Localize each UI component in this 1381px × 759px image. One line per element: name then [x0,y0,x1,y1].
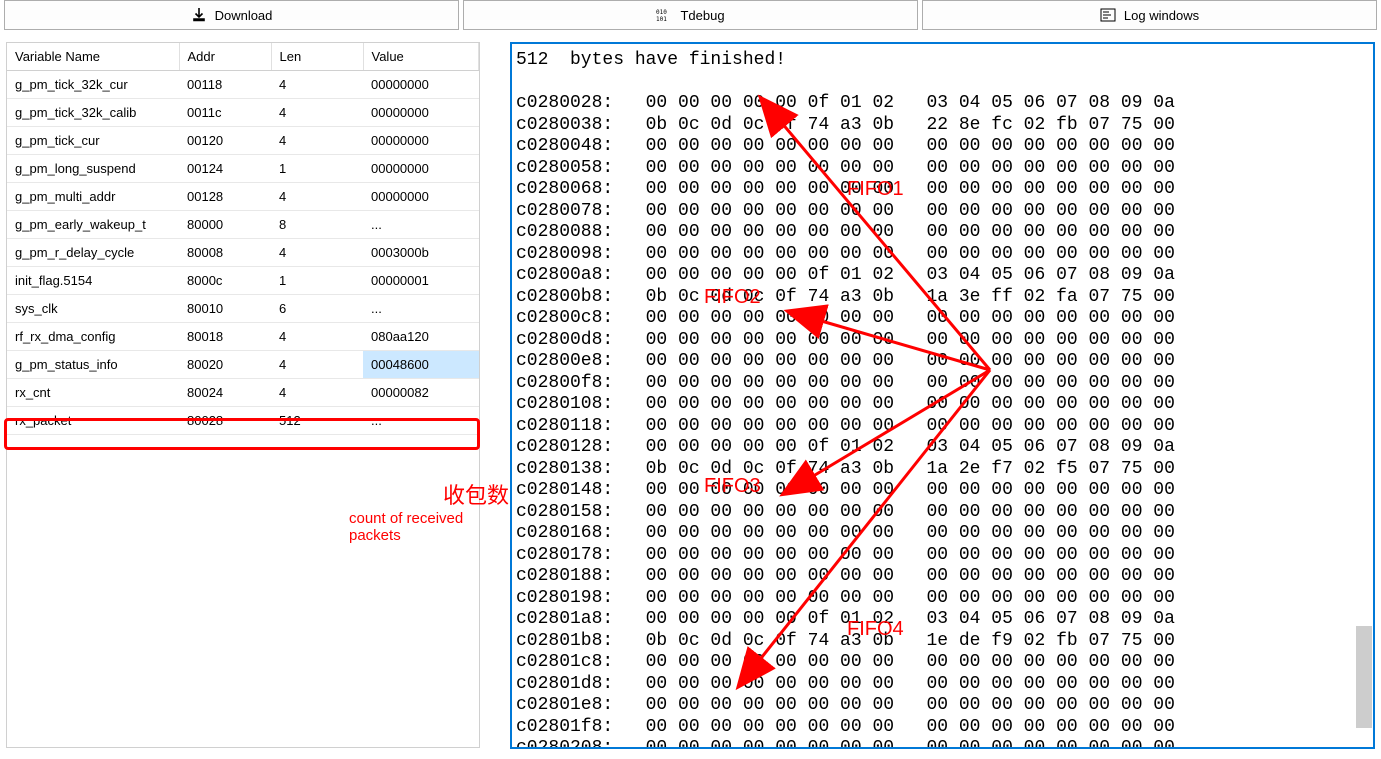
cell-addr[interactable]: 00120 [179,127,271,155]
cell-val[interactable]: 00000000 [363,99,479,127]
cell-val[interactable]: 00000001 [363,267,479,295]
variable-table-panel: Variable Name Addr Len Value g_pm_tick_3… [6,42,480,748]
cell-val[interactable]: ... [363,295,479,323]
cell-val[interactable]: ... [363,211,479,239]
cell-val[interactable]: 00000000 [363,127,479,155]
cell-len[interactable]: 4 [271,71,363,99]
cell-addr[interactable]: 80008 [179,239,271,267]
memory-dump-scroll[interactable]: 512 bytes have finished! c0280028: 00 00… [512,44,1373,747]
cell-val[interactable]: ... [363,407,479,435]
download-label: Download [215,8,273,23]
cell-val[interactable]: 0003000b [363,239,479,267]
cell-addr[interactable]: 0011c [179,99,271,127]
cell-len[interactable]: 512 [271,407,363,435]
log-windows-button[interactable]: Log windows [922,0,1377,30]
table-row[interactable]: g_pm_r_delay_cycle8000840003000b [7,239,479,267]
cell-len[interactable]: 6 [271,295,363,323]
table-row[interactable]: g_pm_tick_cur00120400000000 [7,127,479,155]
svg-text:101: 101 [656,16,667,23]
table-row[interactable]: g_pm_multi_addr00128400000000 [7,183,479,211]
cell-name[interactable]: g_pm_early_wakeup_t [7,211,179,239]
cell-len[interactable]: 4 [271,239,363,267]
col-header-addr[interactable]: Addr [179,43,271,71]
cell-addr[interactable]: 00124 [179,155,271,183]
cell-addr[interactable]: 80010 [179,295,271,323]
tdebug-label: Tdebug [680,8,724,23]
cell-len[interactable]: 4 [271,127,363,155]
table-row[interactable]: sys_clk800106... [7,295,479,323]
memory-dump-text[interactable]: 512 bytes have finished! c0280028: 00 00… [512,44,1373,747]
cell-val[interactable]: 00000000 [363,183,479,211]
variable-table[interactable]: Variable Name Addr Len Value g_pm_tick_3… [7,43,479,435]
cell-name[interactable]: rf_rx_dma_config [7,323,179,351]
cell-addr[interactable]: 00118 [179,71,271,99]
cell-name[interactable]: sys_clk [7,295,179,323]
top-button-bar: Download 010101 Tdebug Log windows [4,0,1377,30]
cell-name[interactable]: g_pm_long_suspend [7,155,179,183]
cell-len[interactable]: 1 [271,155,363,183]
debug-icon: 010101 [656,7,672,23]
cell-addr[interactable]: 80020 [179,351,271,379]
tdebug-button[interactable]: 010101 Tdebug [463,0,918,30]
cell-addr[interactable]: 80000 [179,211,271,239]
download-button[interactable]: Download [4,0,459,30]
svg-text:010: 010 [656,9,667,16]
cell-name[interactable]: init_flag.5154 [7,267,179,295]
cell-addr[interactable]: 80024 [179,379,271,407]
col-header-name[interactable]: Variable Name [7,43,179,71]
cell-name[interactable]: g_pm_tick_32k_cur [7,71,179,99]
cell-val[interactable]: 00000000 [363,71,479,99]
cell-len[interactable]: 4 [271,183,363,211]
cell-len[interactable]: 4 [271,323,363,351]
memory-dump-panel: 512 bytes have finished! c0280028: 00 00… [510,42,1375,749]
cell-val[interactable]: 00000000 [363,155,479,183]
cell-val[interactable]: 00048600 [363,351,479,379]
log-windows-label: Log windows [1124,8,1199,23]
cell-len[interactable]: 4 [271,99,363,127]
table-row[interactable]: rx_packet80028512... [7,407,479,435]
cell-len[interactable]: 1 [271,267,363,295]
cell-addr[interactable]: 80018 [179,323,271,351]
cell-name[interactable]: g_pm_multi_addr [7,183,179,211]
download-icon [191,7,207,23]
cell-addr[interactable]: 00128 [179,183,271,211]
cell-name[interactable]: g_pm_status_info [7,351,179,379]
table-row[interactable]: rf_rx_dma_config800184080aa120 [7,323,479,351]
table-header-row: Variable Name Addr Len Value [7,43,479,71]
cell-addr[interactable]: 8000c [179,267,271,295]
cell-len[interactable]: 4 [271,379,363,407]
cell-name[interactable]: rx_packet [7,407,179,435]
cell-name[interactable]: g_pm_tick_32k_calib [7,99,179,127]
cell-name[interactable]: rx_cnt [7,379,179,407]
cell-val[interactable]: 00000082 [363,379,479,407]
col-header-value[interactable]: Value [363,43,479,71]
log-window-icon [1100,7,1116,23]
cell-len[interactable]: 4 [271,351,363,379]
cell-name[interactable]: g_pm_tick_cur [7,127,179,155]
cell-val[interactable]: 080aa120 [363,323,479,351]
cell-addr[interactable]: 80028 [179,407,271,435]
cell-name[interactable]: g_pm_r_delay_cycle [7,239,179,267]
table-row[interactable]: g_pm_tick_32k_calib0011c400000000 [7,99,479,127]
table-row[interactable]: g_pm_early_wakeup_t800008... [7,211,479,239]
table-row[interactable]: g_pm_long_suspend00124100000000 [7,155,479,183]
table-row[interactable]: rx_cnt80024400000082 [7,379,479,407]
col-header-len[interactable]: Len [271,43,363,71]
cell-len[interactable]: 8 [271,211,363,239]
table-row[interactable]: g_pm_status_info80020400048600 [7,351,479,379]
table-row[interactable]: init_flag.51548000c100000001 [7,267,479,295]
table-row[interactable]: g_pm_tick_32k_cur00118400000000 [7,71,479,99]
